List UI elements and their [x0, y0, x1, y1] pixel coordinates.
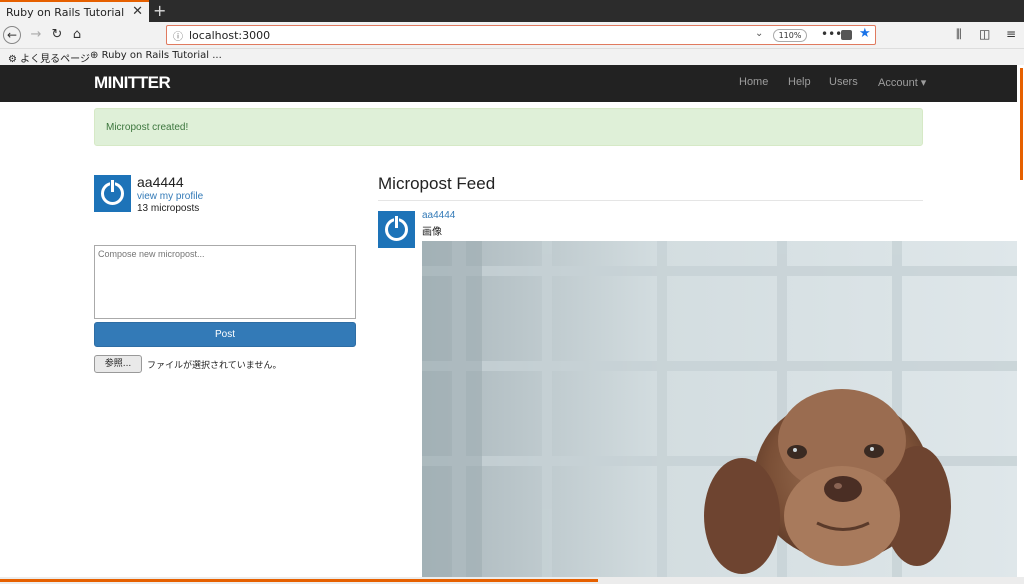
- scrollbar-thumb[interactable]: [1020, 68, 1023, 180]
- bookmark-rails-tutorial[interactable]: ⊕ Ruby on Rails Tutorial ...: [90, 50, 222, 61]
- avatar[interactable]: [94, 175, 131, 212]
- browse-file-button[interactable]: 参照...: [94, 355, 142, 373]
- post-button[interactable]: Post: [94, 322, 356, 347]
- user-name: aa4444: [137, 174, 184, 190]
- divider: [378, 200, 923, 201]
- micropost-count: 13 microposts: [137, 203, 200, 214]
- tab-bar: Ruby on Rails Tutorial Samp ✕ +: [0, 0, 1024, 22]
- url-bar[interactable]: ⓘ localhost:3000 ⌄ 110% ••• ★: [166, 25, 876, 45]
- sidebar-icon[interactable]: ◫: [979, 27, 990, 41]
- pocket-icon[interactable]: [841, 30, 852, 40]
- bookmark-star-icon[interactable]: ★: [859, 26, 871, 41]
- logo[interactable]: MINITTER: [94, 73, 171, 93]
- nav-account-dropdown[interactable]: Account ▾: [878, 76, 926, 89]
- chevron-down-icon[interactable]: ⌄: [755, 28, 763, 39]
- more-icon[interactable]: •••: [821, 27, 842, 41]
- hamburger-menu-icon[interactable]: ≡: [1006, 27, 1016, 41]
- nav-home[interactable]: Home: [739, 76, 768, 88]
- post-image: [422, 241, 1017, 577]
- site-header: MINITTER Home Help Users Account ▾: [0, 65, 1024, 102]
- nav-help[interactable]: Help: [788, 76, 811, 88]
- tab-title: Ruby on Rails Tutorial Samp: [6, 5, 128, 19]
- micropost-input[interactable]: [94, 245, 356, 319]
- page-load-bar: [0, 577, 1024, 584]
- back-icon[interactable]: ←: [3, 26, 21, 44]
- dog-photo: [422, 241, 1017, 577]
- flash-success: Micropost created!: [94, 108, 923, 146]
- globe-icon: ⊕: [90, 50, 99, 61]
- browser-toolbar: ← → ↻ ⌂ ⓘ localhost:3000 ⌄ 110% ••• ★ ⫼ …: [0, 22, 1024, 49]
- home-icon[interactable]: ⌂: [68, 26, 86, 44]
- progress-fill: [0, 579, 598, 582]
- forward-icon[interactable]: →: [27, 26, 45, 44]
- browser-tab[interactable]: Ruby on Rails Tutorial Samp ✕: [0, 0, 149, 22]
- bookmark-label: よく見るページ: [20, 54, 90, 65]
- bookmarks-bar: ⚙ よく見るページ ⊕ Ruby on Rails Tutorial ...: [0, 49, 1024, 65]
- bookmark-most-visited[interactable]: ⚙ よく見るページ: [8, 50, 90, 65]
- feed-avatar[interactable]: [378, 211, 415, 248]
- post-user-link[interactable]: aa4444: [422, 210, 455, 221]
- zoom-indicator[interactable]: 110%: [773, 29, 807, 42]
- post-content: 画像: [422, 227, 442, 238]
- library-icon[interactable]: ⫼: [956, 27, 962, 42]
- reload-icon[interactable]: ↻: [48, 26, 66, 44]
- nav-users[interactable]: Users: [829, 76, 858, 88]
- gear-icon: ⚙: [8, 54, 17, 65]
- url-text[interactable]: localhost:3000: [189, 29, 270, 42]
- new-tab-button[interactable]: +: [153, 1, 166, 20]
- info-icon[interactable]: ⓘ: [173, 28, 183, 43]
- file-status: ファイルが選択されていません。: [147, 361, 282, 371]
- close-icon[interactable]: ✕: [132, 4, 143, 19]
- bookmark-label: Ruby on Rails Tutorial ...: [101, 50, 222, 61]
- feed-title: Micropost Feed: [378, 174, 496, 193]
- view-profile-link[interactable]: view my profile: [137, 191, 203, 202]
